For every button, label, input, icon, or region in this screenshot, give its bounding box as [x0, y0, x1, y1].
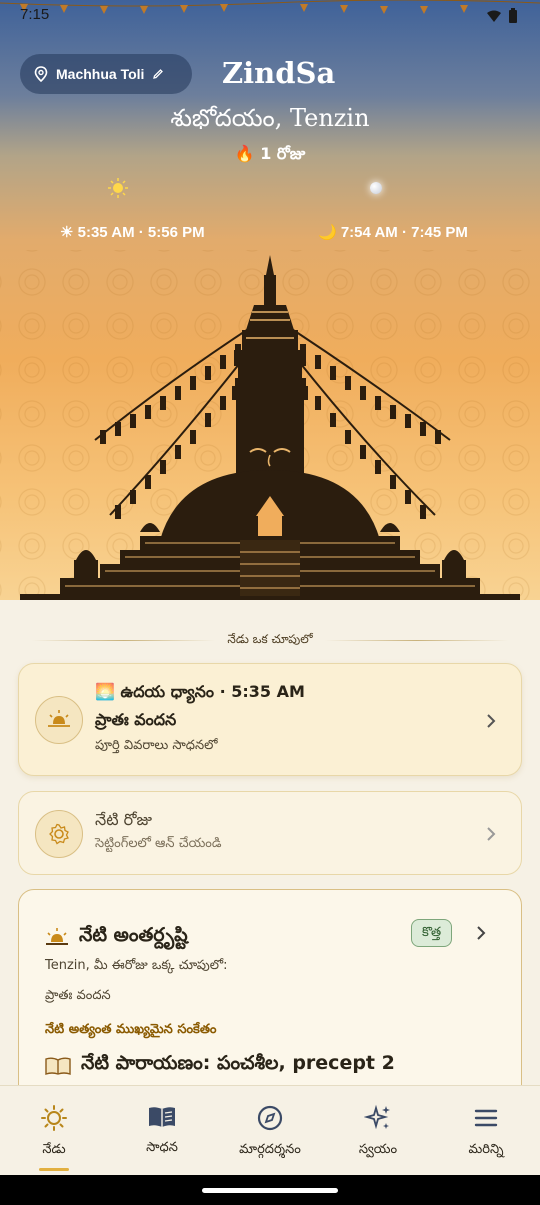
daily-reading[interactable]: నేటి పారాయణం: పంచశీల, precept 2: [45, 1052, 395, 1079]
today-day-title: నేటి రోజు: [95, 810, 153, 829]
bottom-navigation: నేడు సాధన మార్గదర్శనం స్వయం మరిన్ని: [0, 1085, 540, 1175]
chevron-right-icon[interactable]: [475, 924, 487, 942]
stupa-illustration: [20, 255, 520, 600]
home-handle[interactable]: [202, 1188, 338, 1193]
insight-signal-label: నేటి అత్యంత ముఖ్యమైన సంకేతం: [45, 1022, 217, 1037]
system-gesture-bar: [0, 1175, 540, 1205]
moonrise-moonset-times: 🌙 7:54 AM · 7:45 PM: [318, 224, 468, 241]
menu-icon: [474, 1109, 498, 1127]
wifi-icon: [487, 10, 501, 22]
nav-item-more[interactable]: మరిన్ని: [432, 1086, 540, 1175]
nav-label-self: స్వయం: [358, 1142, 398, 1157]
today-day-card[interactable]: నేటి రోజు సెట్టింగ్‌లలో ఆన్ చేయండి: [18, 791, 522, 875]
sparkles-icon: [364, 1104, 390, 1130]
divider-line-left: [32, 639, 216, 641]
location-pin-icon: [34, 66, 48, 82]
insight-practice: ప్రాతః వందన: [45, 988, 111, 1003]
new-badge: కొత్త: [411, 919, 453, 947]
moon-position-icon: [370, 182, 382, 194]
nav-label-today: నేడు: [42, 1142, 66, 1157]
morning-meditation-card[interactable]: 🌅 ఉదయ ధ్యానం · 5:35 AM ప్రాతః వందన పూర్త…: [18, 663, 522, 776]
sunrise-icon: [35, 696, 83, 744]
nav-item-practice[interactable]: సాధన: [108, 1086, 216, 1175]
sunrise-sunset-times: ☀ 5:35 AM · 5:56 PM: [60, 224, 205, 241]
location-label: Machhua Toli: [56, 66, 145, 82]
hero-banner: 7:15 Machhua Toli ZindSa శుభోదయం, Tenzin…: [0, 0, 540, 600]
battery-icon: [509, 8, 517, 23]
nav-item-guidance[interactable]: మార్గదర్శనం: [216, 1086, 324, 1175]
chevron-right-icon: [487, 714, 496, 728]
location-selector[interactable]: Machhua Toli: [20, 54, 192, 94]
sunrise-icon: [46, 927, 68, 945]
greeting: శుభోదయం, Tenzin: [170, 104, 370, 132]
book-icon: [149, 1107, 175, 1127]
section-title: నేడు ఒక చూపులో: [227, 631, 313, 646]
chevron-right-icon: [487, 827, 496, 841]
nav-label-more: మరిన్ని: [468, 1142, 504, 1157]
daily-insight-card[interactable]: నేటి అంతర్దృష్టి కొత్త Tenzin, మీ ఈరోజు …: [18, 889, 522, 1109]
book-icon: [45, 1057, 71, 1075]
today-day-description: సెట్టింగ్‌లలో ఆన్ చేయండి: [95, 836, 222, 851]
nav-item-self[interactable]: స్వయం: [324, 1086, 432, 1175]
status-bar: 7:15: [0, 0, 540, 32]
daily-reading-text: నేటి పారాయణం: పంచశీల, precept 2: [81, 1052, 395, 1074]
sun-position-icon: [108, 178, 128, 198]
app-title: ZindSa: [222, 56, 336, 90]
meditation-subtitle: ప్రాతః వందన: [95, 710, 177, 729]
sun-icon: [41, 1105, 67, 1131]
status-time: 7:15: [20, 6, 50, 23]
insight-header: నేటి అంతర్దృష్టి: [45, 924, 188, 951]
compass-icon: [257, 1105, 283, 1131]
insight-title: నేటి అంతర్దృష్టి: [79, 924, 188, 946]
meditation-title: 🌅 ఉదయ ధ్యానం · 5:35 AM: [95, 682, 305, 701]
nav-label-practice: సాధన: [146, 1140, 178, 1155]
section-divider: నేడు ఒక చూపులో: [32, 630, 508, 650]
gear-icon: [35, 810, 83, 858]
nav-label-guidance: మార్గదర్శనం: [239, 1142, 301, 1157]
pencil-icon: [153, 69, 164, 79]
insight-summary: Tenzin, మీ ఈరోజు ఒక్క చూపులో:: [45, 958, 228, 973]
meditation-description: పూర్తి వివరాలు సాధనలో: [95, 738, 218, 753]
streak-badge: 🔥 1 రోజు: [234, 144, 306, 163]
nav-item-today[interactable]: నేడు: [0, 1086, 108, 1175]
status-icons: [486, 8, 518, 24]
divider-line-right: [324, 639, 508, 641]
